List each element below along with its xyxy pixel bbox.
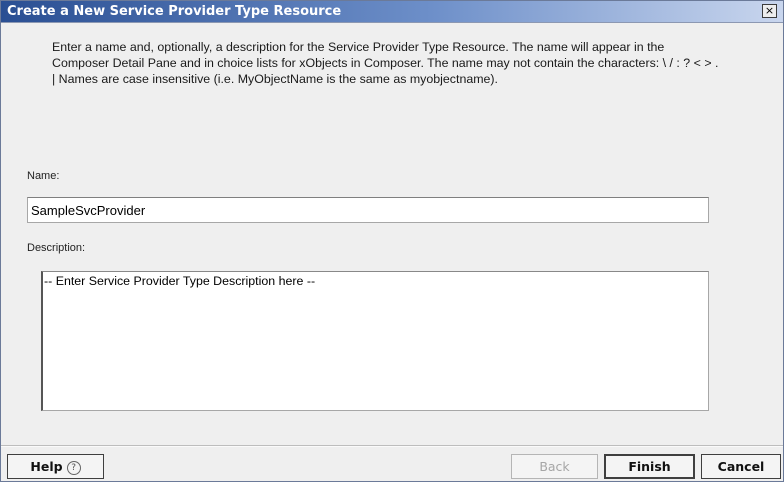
help-button-label: Help bbox=[30, 459, 63, 474]
finish-button[interactable]: Finish bbox=[604, 454, 695, 479]
help-circle-icon: ? bbox=[66, 461, 81, 475]
cancel-button-label: Cancel bbox=[717, 459, 765, 474]
instructions-text: Enter a name and, optionally, a descript… bbox=[52, 39, 722, 87]
description-textarea[interactable]: -- Enter Service Provider Type Descripti… bbox=[41, 271, 709, 411]
help-button[interactable]: Help? bbox=[7, 454, 104, 479]
back-button[interactable]: Back bbox=[511, 454, 598, 479]
name-label: Name: bbox=[27, 170, 60, 182]
title-bar[interactable]: Create a New Service Provider Type Resou… bbox=[1, 1, 783, 23]
dialog-title: Create a New Service Provider Type Resou… bbox=[7, 4, 342, 19]
create-service-provider-dialog: Create a New Service Provider Type Resou… bbox=[0, 0, 784, 482]
footer-separator bbox=[1, 445, 783, 447]
close-button[interactable]: × bbox=[762, 4, 777, 18]
instructions-paragraph: Enter a name and, optionally, a descript… bbox=[52, 40, 719, 86]
cancel-button[interactable]: Cancel bbox=[701, 454, 781, 479]
back-button-label: Back bbox=[539, 459, 570, 474]
finish-button-label: Finish bbox=[628, 459, 671, 474]
close-icon: × bbox=[764, 4, 775, 17]
name-input[interactable] bbox=[27, 197, 709, 223]
description-label: Description: bbox=[27, 242, 86, 254]
